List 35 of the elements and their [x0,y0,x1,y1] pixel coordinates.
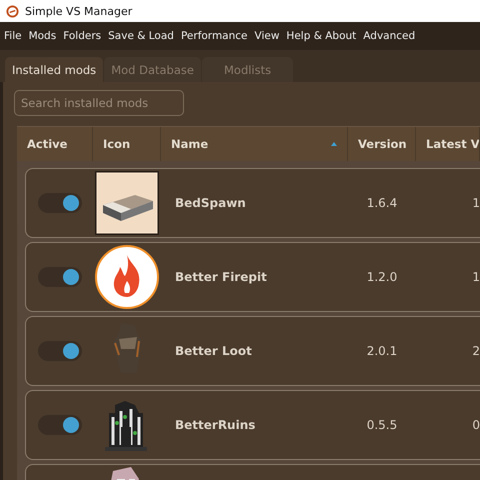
tab[interactable]: Installed mods [5,57,104,82]
latest-version-text: 2 [472,344,480,358]
menu-item[interactable]: File [4,30,22,42]
latest-version-text: 0 [472,418,480,432]
search-field[interactable]: Search installed mods [14,90,184,116]
window-title: Simple VS Manager [25,4,132,18]
menu-item[interactable]: View [254,30,280,42]
toggle-switch[interactable] [38,193,82,213]
sort-arrow-icon [331,142,337,146]
mod-name: Better Firepit [175,270,267,284]
menu-item[interactable]: Folders [63,30,102,42]
mod-name: BetterRuins [175,418,256,432]
menu-item[interactable]: Save & Load [108,30,174,42]
bed-icon [95,171,159,235]
mod-row[interactable]: Better Firepit 1.2.0 1 [25,242,480,312]
version-text: 1.2.0 [366,270,398,284]
app-logo-icon [6,4,19,18]
mod-name: BedSpawn [175,196,246,210]
menu-item[interactable]: Mods [28,30,56,42]
latest-version-text: 1 [472,270,480,284]
toggle-switch[interactable] [38,267,82,287]
mod-row[interactable]: Better Loot 2.0.1 2 [25,316,480,386]
version-text: 1.6.4 [366,196,398,210]
menu-item[interactable]: Help & About [286,30,356,42]
toggle-switch[interactable] [38,341,82,361]
latest-version-text: 1 [472,196,480,210]
mod-name: Better Loot [175,344,252,358]
mod-row[interactable]: BedSpawn 1.6.4 1 [25,168,480,238]
mod-row[interactable]: BetterRuins 0.5.5 0 [25,390,480,460]
toggle-switch[interactable] [38,415,82,435]
version-text: 0.5.5 [366,418,398,432]
menu-item[interactable]: Performance [180,30,248,42]
flame-icon [95,245,159,309]
version-text: 2.0.1 [366,344,398,358]
menu-item[interactable]: Advanced [363,30,416,42]
